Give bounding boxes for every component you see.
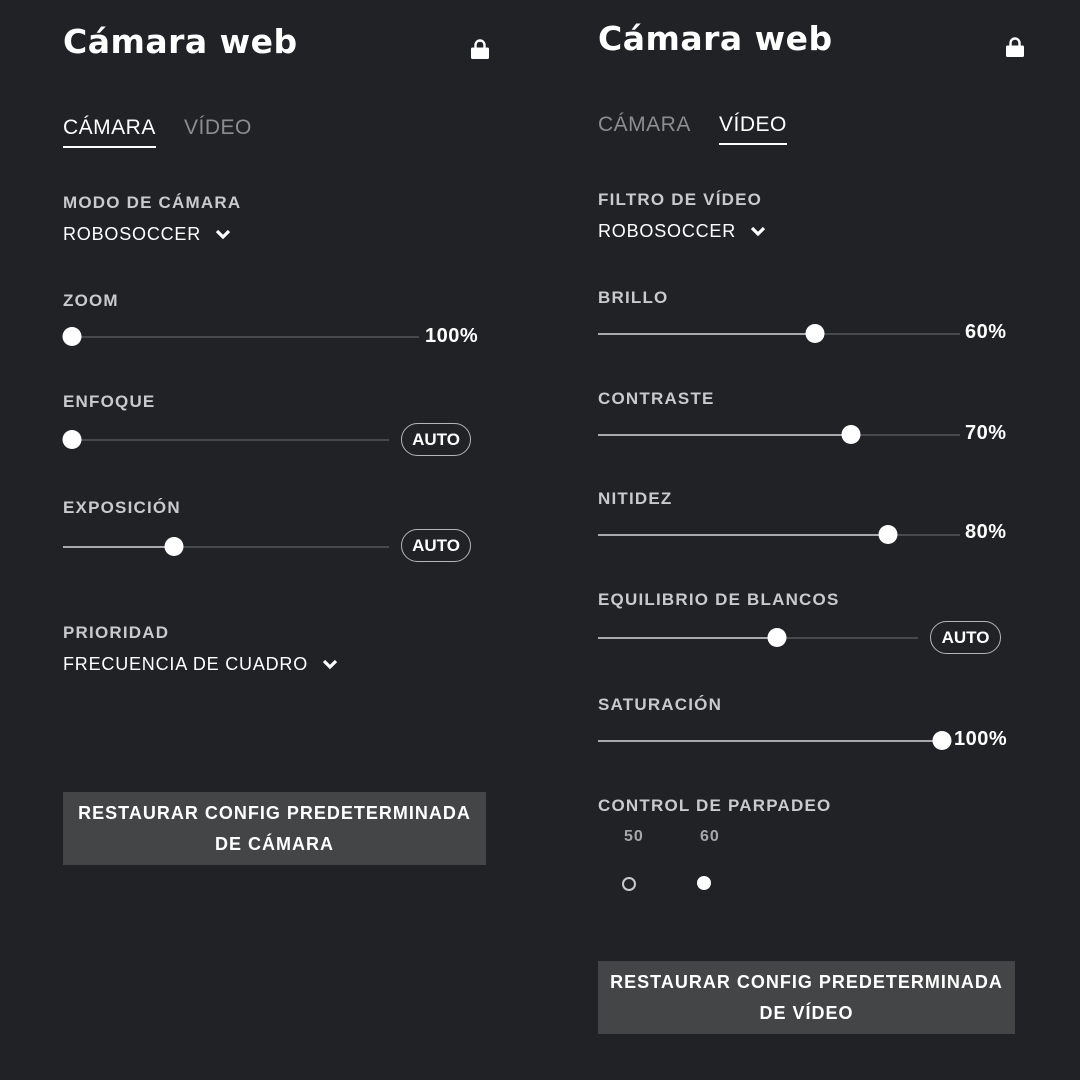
slider-thumb[interactable]: [767, 628, 787, 647]
zoom-slider[interactable]: [62, 327, 419, 347]
saturation-value: 100%: [954, 728, 1008, 750]
reset-button-line-1: RESTAURAR CONFIG PREDETERMINADA: [78, 802, 471, 823]
tab-camera[interactable]: CÁMARA: [63, 116, 156, 148]
slider-track: [63, 336, 419, 338]
lock-icon[interactable]: [471, 39, 489, 59]
slider-thumb[interactable]: [878, 525, 898, 544]
exposure-label: EXPOSICIÓN: [63, 498, 181, 517]
brightness-value: 60%: [965, 321, 1007, 343]
slider-fill: [598, 637, 778, 639]
flicker-option-50-label: 50: [624, 828, 644, 845]
chevron-down-icon: [750, 226, 766, 237]
flicker-radio-60[interactable]: [697, 876, 711, 890]
video-filter-value: ROBOSOCCER: [598, 221, 737, 241]
reset-video-defaults-button[interactable]: RESTAURAR CONFIG PREDETERMINADA DE VÍDEO: [598, 961, 1015, 1034]
camera-mode-dropdown[interactable]: ROBOSOCCER: [63, 224, 231, 245]
camera-mode-value: ROBOSOCCER: [63, 224, 202, 244]
sharpness-value: 80%: [965, 521, 1007, 543]
focus-auto-button[interactable]: AUTO: [401, 423, 471, 456]
white-balance-auto-button[interactable]: AUTO: [930, 621, 1001, 654]
brightness-slider[interactable]: [598, 324, 960, 344]
sharpness-slider[interactable]: [598, 525, 960, 545]
slider-fill: [598, 740, 942, 742]
contrast-value: 70%: [965, 422, 1007, 444]
reset-button-line-2: DE VÍDEO: [759, 1002, 854, 1023]
focus-label: ENFOQUE: [63, 392, 156, 411]
camera-mode-label: MODO DE CÁMARA: [63, 193, 242, 212]
slider-thumb[interactable]: [62, 327, 82, 346]
brightness-label: BRILLO: [598, 288, 669, 307]
chevron-down-icon: [215, 229, 231, 240]
flicker-control-label: CONTROL DE PARPADEO: [598, 796, 832, 815]
tab-camera[interactable]: CÁMARA: [598, 113, 691, 143]
contrast-slider[interactable]: [598, 425, 960, 445]
slider-fill: [598, 333, 816, 335]
priority-label: PRIORIDAD: [63, 623, 170, 642]
exposure-slider[interactable]: [63, 537, 389, 557]
flicker-radio-50[interactable]: [622, 877, 636, 891]
slider-thumb[interactable]: [62, 430, 82, 449]
panel-title: Cámara web: [598, 19, 833, 58]
tab-video[interactable]: VÍDEO: [719, 113, 787, 145]
focus-slider[interactable]: [62, 430, 389, 450]
tab-video[interactable]: VÍDEO: [184, 116, 252, 146]
saturation-slider[interactable]: [598, 731, 952, 751]
reset-button-line-2: DE CÁMARA: [215, 833, 334, 854]
white-balance-slider[interactable]: [598, 628, 918, 648]
slider-thumb[interactable]: [805, 324, 825, 343]
video-settings-panel: Cámara web CÁMARA VÍDEO FILTRO DE VÍDEO …: [535, 0, 1080, 1080]
flicker-option-60-label: 60: [700, 828, 720, 845]
saturation-label: SATURACIÓN: [598, 695, 723, 714]
reset-button-line-1: RESTAURAR CONFIG PREDETERMINADA: [610, 971, 1003, 992]
slider-fill: [63, 546, 174, 548]
contrast-label: CONTRASTE: [598, 389, 715, 408]
white-balance-label: EQUILIBRIO DE BLANCOS: [598, 590, 840, 609]
panel-title: Cámara web: [63, 22, 298, 61]
zoom-value: 100%: [425, 325, 479, 347]
exposure-auto-button[interactable]: AUTO: [401, 529, 471, 562]
sharpness-label: NITIDEZ: [598, 489, 673, 508]
zoom-label: ZOOM: [63, 291, 119, 310]
reset-camera-defaults-button[interactable]: RESTAURAR CONFIG PREDETERMINADA DE CÁMAR…: [63, 792, 486, 865]
camera-settings-panel: Cámara web CÁMARA VÍDEO MODO DE CÁMARA R…: [0, 0, 540, 1080]
slider-track: [63, 439, 389, 441]
slider-fill: [598, 534, 888, 536]
video-filter-dropdown[interactable]: ROBOSOCCER: [598, 221, 766, 242]
slider-thumb[interactable]: [841, 425, 861, 444]
priority-value: FRECUENCIA DE CUADRO: [63, 654, 309, 674]
chevron-down-icon: [322, 659, 338, 670]
priority-dropdown[interactable]: FRECUENCIA DE CUADRO: [63, 654, 338, 675]
video-filter-label: FILTRO DE VÍDEO: [598, 190, 763, 209]
slider-thumb[interactable]: [164, 537, 184, 556]
lock-icon[interactable]: [1006, 37, 1024, 57]
slider-fill: [598, 434, 852, 436]
slider-thumb[interactable]: [932, 731, 952, 750]
